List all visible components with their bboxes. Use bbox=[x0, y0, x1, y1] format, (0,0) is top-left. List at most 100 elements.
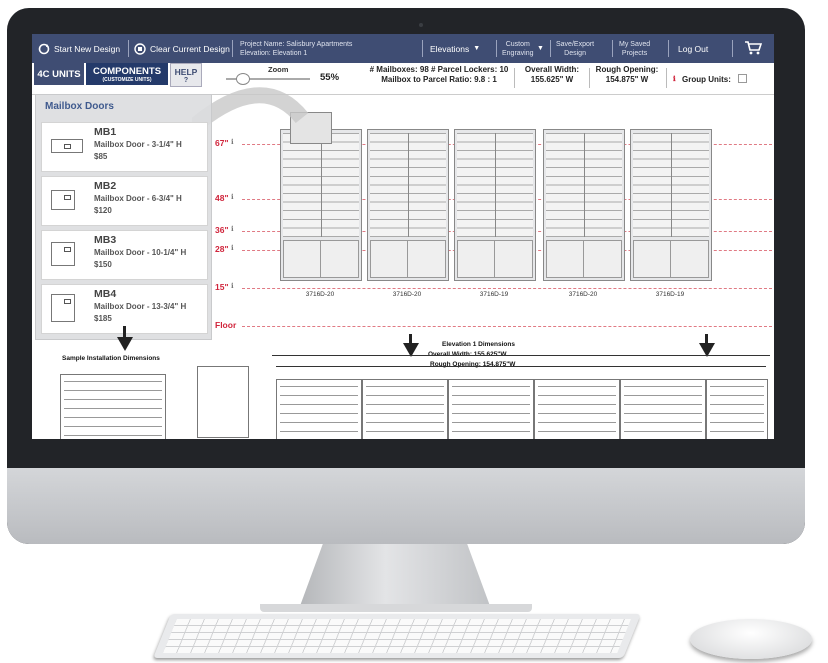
unit-label: 3716D-20 bbox=[305, 291, 335, 298]
overall-width-label: Overall Width: bbox=[524, 65, 580, 74]
chevron-down-icon: ▼ bbox=[473, 45, 481, 52]
tab-components[interactable]: COMPONENTS (CUSTOMIZE UNITS) bbox=[86, 63, 168, 85]
panel-title: Mailbox Doors bbox=[45, 101, 114, 112]
door-code: MB4 bbox=[94, 288, 117, 300]
height-line-15 bbox=[242, 288, 772, 289]
start-new-design-button[interactable]: Start New Design bbox=[38, 34, 120, 63]
save-export-design-button[interactable]: Save/Export Design bbox=[556, 34, 594, 63]
mailbox-unit[interactable] bbox=[630, 129, 712, 281]
door-price: $185 bbox=[94, 314, 112, 323]
top-toolbar: Start New Design Clear Current Design Pr… bbox=[32, 34, 774, 63]
door-name: Mailbox Door - 3-1/4" H bbox=[94, 140, 182, 149]
keyboard bbox=[153, 614, 641, 658]
sample-unit-drawing bbox=[60, 374, 166, 439]
floor-label: Floor bbox=[215, 320, 237, 330]
door-price: $85 bbox=[94, 152, 108, 161]
mailbox-door-icon bbox=[51, 190, 75, 210]
rough-opening: Rough Opening: 154.875" W bbox=[592, 65, 662, 85]
door-name: Mailbox Door - 6-3/4" H bbox=[94, 194, 182, 203]
mailbox-door-card[interactable]: MB1 Mailbox Door - 3-1/4" H $85 bbox=[41, 122, 208, 172]
mailbox-ratio: Mailbox to Parcel Ratio: 9.8 : 1 bbox=[381, 75, 497, 84]
log-out-label: Log Out bbox=[678, 43, 709, 54]
elevation-name: Elevation: Elevation 1 bbox=[240, 49, 308, 57]
monitor-stand bbox=[300, 544, 490, 606]
mailbox-count: # Mailboxes: 98 # Parcel Lockers: 10 bbox=[369, 65, 509, 74]
floor-line bbox=[242, 326, 772, 327]
unit-label: 3716D-19 bbox=[655, 291, 685, 298]
mailbox-unit[interactable] bbox=[367, 129, 449, 281]
keyboard-keys bbox=[163, 619, 631, 653]
component-panel: Mailbox Doors MB1 Mailbox Door - 3-1/4" … bbox=[35, 94, 212, 340]
unit-label: 3716D-20 bbox=[392, 291, 422, 298]
mailbox-door-card[interactable]: MB3 Mailbox Door - 10-1/4" H $150 bbox=[41, 230, 208, 280]
tab-components-sub: (CUSTOMIZE UNITS) bbox=[102, 76, 152, 83]
elevation-unit-drawing bbox=[362, 379, 448, 439]
info-icon[interactable]: ℹ bbox=[231, 138, 234, 146]
overall-width: Overall Width: 155.625" W bbox=[517, 65, 587, 85]
start-new-design-label: Start New Design bbox=[54, 43, 121, 54]
unit-label: 3716D-19 bbox=[479, 291, 509, 298]
group-units-checkbox[interactable] bbox=[738, 74, 747, 83]
camera-dot bbox=[419, 23, 423, 27]
group-units-label: Group Units: bbox=[682, 75, 731, 84]
elevation-unit-drawing bbox=[620, 379, 706, 439]
tab-4c-units[interactable]: 4C UNITS bbox=[34, 63, 84, 85]
overall-width-value: 155.625" W bbox=[530, 75, 574, 84]
design-label: Design bbox=[564, 49, 586, 57]
height-28: 28" bbox=[215, 244, 229, 254]
engraving-label: Engraving bbox=[502, 49, 534, 57]
door-price: $120 bbox=[94, 206, 112, 215]
dimensions-title: Elevation 1 Dimensions bbox=[442, 341, 515, 348]
info-icon[interactable]: ℹ bbox=[231, 282, 234, 290]
elevation-unit-drawing bbox=[276, 379, 362, 439]
clear-current-design-button[interactable]: Clear Current Design bbox=[134, 34, 230, 63]
info-icon[interactable]: ℹ bbox=[231, 193, 234, 201]
door-code: MB1 bbox=[94, 126, 117, 138]
mailbox-door-icon bbox=[51, 294, 75, 322]
refresh-icon bbox=[38, 43, 50, 54]
height-15: 15" bbox=[215, 282, 229, 292]
custom-label: Custom bbox=[505, 40, 530, 48]
info-icon[interactable]: ℹ bbox=[673, 75, 676, 83]
mailbox-door-icon bbox=[51, 242, 75, 266]
mailbox-unit[interactable] bbox=[543, 129, 625, 281]
door-code: MB2 bbox=[94, 180, 117, 192]
projects-label: Projects bbox=[621, 49, 648, 57]
elevation-unit-drawing bbox=[448, 379, 534, 439]
mailbox-door-card[interactable]: MB2 Mailbox Door - 6-3/4" H $120 bbox=[41, 176, 208, 226]
save-export-label: Save/Export bbox=[556, 40, 595, 48]
elevations-dropdown[interactable]: Elevations ▼ bbox=[430, 34, 480, 63]
elevation-unit-drawing bbox=[706, 379, 768, 439]
custom-engraving-dropdown[interactable]: Custom Engraving bbox=[502, 34, 534, 63]
height-36: 36" bbox=[215, 225, 229, 235]
project-info: Project Name: Salisbury Apartments Eleva… bbox=[240, 34, 352, 63]
mailbox-door-icon bbox=[51, 139, 83, 153]
info-icon[interactable]: ℹ bbox=[231, 225, 234, 233]
dimension-line bbox=[276, 366, 766, 367]
mailbox-unit[interactable] bbox=[280, 129, 362, 281]
my-saved-projects-button[interactable]: My Saved Projects bbox=[619, 34, 650, 63]
height-48: 48" bbox=[215, 193, 229, 203]
elevation-unit-drawing bbox=[534, 379, 620, 439]
clear-icon bbox=[134, 42, 146, 55]
mailbox-stats: # Mailboxes: 98 # Parcel Lockers: 10 Mai… bbox=[364, 65, 514, 85]
monitor-chin bbox=[7, 468, 805, 544]
log-out-button[interactable]: Log Out bbox=[678, 34, 708, 63]
monitor-stand-base bbox=[260, 604, 532, 612]
dimension-line bbox=[272, 355, 770, 356]
project-name: Project Name: Salisbury Apartments bbox=[240, 40, 353, 48]
info-icon[interactable]: ℹ bbox=[231, 244, 234, 252]
door-name: Mailbox Door - 13-3/4" H bbox=[94, 302, 187, 311]
clear-current-design-label: Clear Current Design bbox=[150, 43, 230, 54]
tab-4c-units-label: 4C UNITS bbox=[37, 68, 81, 80]
tab-help-label: HELP bbox=[174, 66, 198, 77]
door-code: MB3 bbox=[94, 234, 117, 246]
side-view-drawing bbox=[197, 366, 249, 438]
rough-opening-value: 154.875" W bbox=[605, 75, 649, 84]
mailbox-unit[interactable] bbox=[454, 129, 536, 281]
arrow-down-icon bbox=[117, 337, 133, 351]
cart-icon[interactable] bbox=[744, 40, 762, 55]
sample-dimensions-title: Sample Installation Dimensions bbox=[62, 355, 160, 362]
unit-label: 3716D-20 bbox=[568, 291, 598, 298]
drag-arc-icon bbox=[192, 87, 309, 135]
